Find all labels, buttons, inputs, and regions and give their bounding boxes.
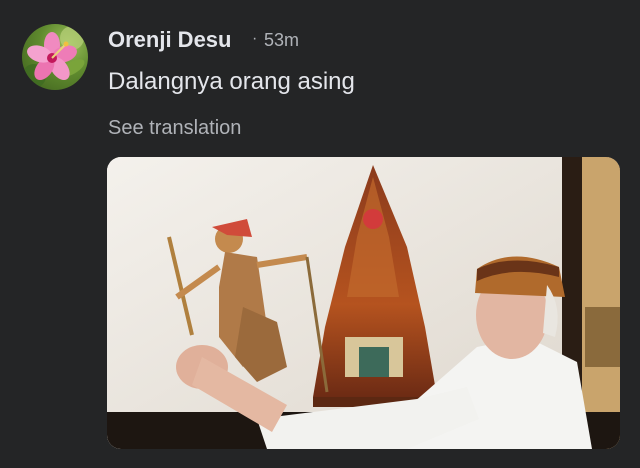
post: Orenji Desu · 53m Dalangnya orang asing … (0, 0, 640, 468)
author-name[interactable]: Orenji Desu (108, 27, 231, 53)
post-photo[interactable] (107, 157, 620, 449)
post-timestamp[interactable]: 53m (264, 30, 299, 51)
post-message: Dalangnya orang asing (108, 68, 355, 95)
meta-separator: · (252, 30, 258, 47)
hibiscus-flower-icon (22, 26, 85, 88)
see-translation-link[interactable]: See translation (108, 117, 241, 140)
author-avatar[interactable] (22, 24, 88, 90)
wayang-puppet-photo (107, 157, 620, 449)
